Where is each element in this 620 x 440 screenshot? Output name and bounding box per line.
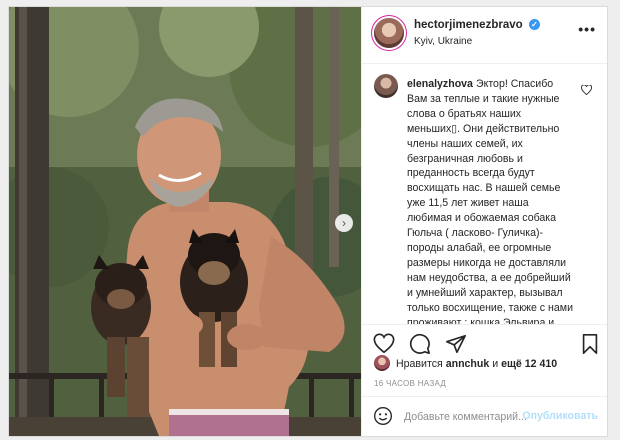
more-options-icon[interactable]: ••• xyxy=(578,21,596,37)
likes-user-link[interactable]: annchuk xyxy=(446,358,490,370)
comment-icon[interactable] xyxy=(409,333,433,357)
instagram-post: › hectorjimenezbravo ✓ Kyiv, Ukraine •••… xyxy=(8,6,608,437)
publish-button[interactable]: Опубликовать xyxy=(522,410,598,422)
likes-conjunction: и xyxy=(492,358,499,370)
comment-text: Эктор! Спасибо Вам за теплые и такие нуж… xyxy=(407,78,573,324)
post-side-panel: hectorjimenezbravo ✓ Kyiv, Ukraine ••• e… xyxy=(361,7,607,436)
heart-icon[interactable] xyxy=(373,333,397,357)
carousel-next-button[interactable]: › xyxy=(335,214,353,232)
post-timestamp[interactable]: 16 ЧАСОВ НАЗАД xyxy=(374,379,446,388)
action-bar xyxy=(362,324,607,354)
comments-list: elenalyzhova Эктор! Спасибо Вам за теплые… xyxy=(362,64,607,324)
share-icon[interactable] xyxy=(445,333,469,357)
post-header: hectorjimenezbravo ✓ Kyiv, Ukraine ••• xyxy=(362,7,607,64)
likes-count-link[interactable]: ещё 12 410 xyxy=(501,358,557,370)
liker-avatar[interactable] xyxy=(374,355,390,371)
small-heart-icon[interactable] xyxy=(581,84,592,98)
author-avatar[interactable] xyxy=(374,18,404,48)
commenter-username[interactable]: elenalyzhova xyxy=(407,78,473,90)
author-username[interactable]: hectorjimenezbravo xyxy=(414,19,523,31)
likes-summary: Нравится annchuk и ещё 12 410 xyxy=(396,358,557,370)
chevron-right-icon: › xyxy=(342,216,346,230)
comment-body: elenalyzhova Эктор! Спасибо Вам за теплые… xyxy=(407,77,575,324)
bookmark-icon[interactable] xyxy=(580,333,604,357)
post-photo[interactable]: › xyxy=(9,7,361,436)
likes-prefix: Нравится xyxy=(396,358,443,370)
verified-badge-icon: ✓ xyxy=(529,19,540,30)
add-comment-bar: Опубликовать xyxy=(362,396,607,436)
emoji-icon[interactable] xyxy=(373,406,393,426)
commenter-avatar[interactable] xyxy=(374,74,398,98)
photo-illustration xyxy=(9,7,361,436)
post-location[interactable]: Kyiv, Ukraine xyxy=(414,36,472,47)
